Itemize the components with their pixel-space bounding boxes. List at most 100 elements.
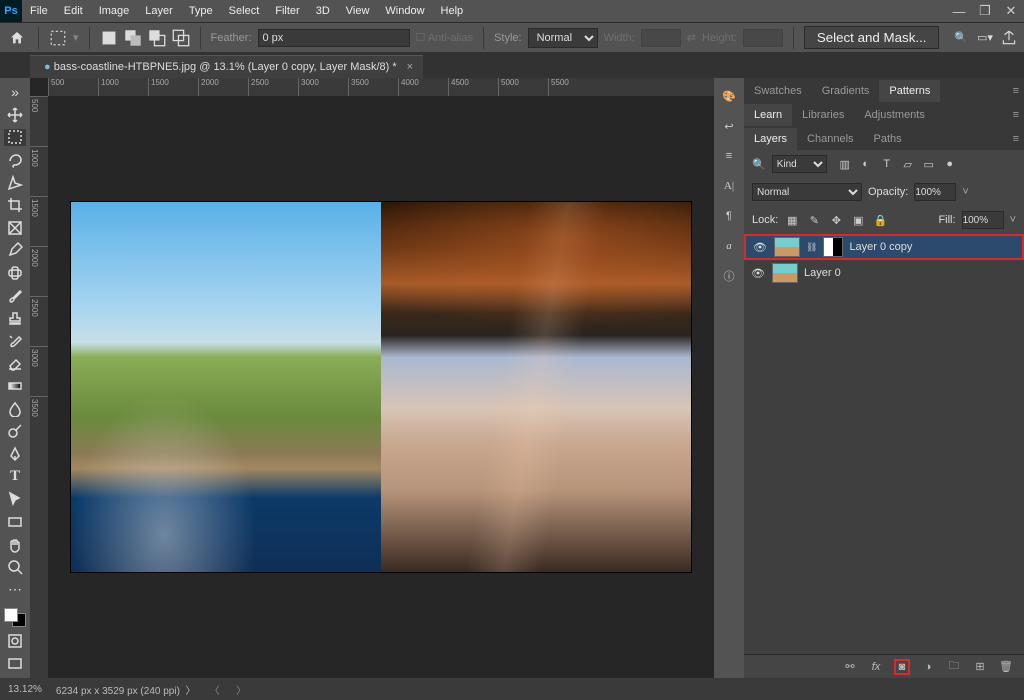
link-layers-icon[interactable]: ⚯ xyxy=(842,660,858,673)
lasso-tool-icon[interactable] xyxy=(4,152,26,169)
move-tool-icon[interactable] xyxy=(4,107,26,124)
menu-file[interactable]: File xyxy=(22,0,56,22)
filter-pixel. icon[interactable]: ▥ xyxy=(837,156,853,172)
history-panel-icon[interactable]: ↩ xyxy=(719,116,739,136)
lock-artboard-icon[interactable]: ▣ xyxy=(850,212,866,228)
quick-mask-icon[interactable] xyxy=(4,633,26,650)
layer-row[interactable]: 👁 Layer 0 xyxy=(744,260,1024,286)
stamp-tool-icon[interactable] xyxy=(4,310,26,327)
document-canvas[interactable] xyxy=(71,202,691,572)
healing-tool-icon[interactable] xyxy=(4,265,26,282)
doc-dimensions[interactable]: 6234 px x 3529 px (240 ppi) 〉 xyxy=(56,682,196,697)
tab-channels[interactable]: Channels xyxy=(797,128,863,150)
color-panel-icon[interactable]: 🎨 xyxy=(719,86,739,106)
history-brush-tool-icon[interactable] xyxy=(4,333,26,350)
selection-add-icon[interactable] xyxy=(124,29,142,47)
layer-mask-thumbnail[interactable] xyxy=(823,237,843,257)
fill-input[interactable] xyxy=(962,211,1004,229)
home-button[interactable] xyxy=(6,27,28,49)
hand-tool-icon[interactable] xyxy=(4,536,26,553)
search-icon[interactable]: 🔍 xyxy=(952,29,970,47)
lock-position-icon[interactable]: ✥ xyxy=(828,212,844,228)
layer-filter-kind[interactable]: Kind xyxy=(772,155,827,173)
color-swatches[interactable] xyxy=(4,608,26,626)
group-layers-icon[interactable]: 🗀 xyxy=(946,657,962,676)
visibility-toggle-icon[interactable]: 👁 xyxy=(750,267,766,280)
layer-thumbnail[interactable] xyxy=(772,263,798,283)
glyphs-panel-icon[interactable]: a xyxy=(719,236,739,256)
filter-smart-icon[interactable]: ▭ xyxy=(921,156,937,172)
tab-swatches[interactable]: Swatches xyxy=(744,80,812,102)
eyedropper-tool-icon[interactable] xyxy=(4,242,26,259)
brush-tool-icon[interactable] xyxy=(4,287,26,304)
window-restore-icon[interactable]: ❐ xyxy=(972,3,998,19)
layer-name[interactable]: Layer 0 copy xyxy=(849,241,912,253)
layer-style-icon[interactable]: fx xyxy=(868,661,884,673)
workspace-switcher-icon[interactable]: ▭▾ xyxy=(976,29,994,47)
marquee-tool-icon[interactable] xyxy=(4,129,26,146)
character-panel-icon[interactable]: A| xyxy=(719,176,739,196)
lock-all-icon[interactable]: 🔒 xyxy=(872,212,888,228)
window-minimize-icon[interactable]: — xyxy=(946,4,972,19)
selection-intersect-icon[interactable] xyxy=(172,29,190,47)
menu-edit[interactable]: Edit xyxy=(56,0,91,22)
pen-tool-icon[interactable] xyxy=(4,446,26,463)
menu-3d[interactable]: 3D xyxy=(308,0,338,22)
blur-tool-icon[interactable] xyxy=(4,400,26,417)
panel-menu-icon[interactable]: ≡ xyxy=(1008,128,1024,150)
layer-name[interactable]: Layer 0 xyxy=(804,267,841,279)
path-select-tool-icon[interactable] xyxy=(4,491,26,508)
properties-panel-icon[interactable]: ≡ xyxy=(719,146,739,166)
crop-tool-icon[interactable] xyxy=(4,197,26,214)
layer-thumbnail[interactable] xyxy=(774,237,800,257)
zoom-tool-icon[interactable] xyxy=(4,559,26,576)
tab-paths[interactable]: Paths xyxy=(864,128,912,150)
tab-gradients[interactable]: Gradients xyxy=(812,80,880,102)
tab-adjustments[interactable]: Adjustments xyxy=(854,104,935,126)
tab-libraries[interactable]: Libraries xyxy=(792,104,854,126)
menu-view[interactable]: View xyxy=(338,0,378,22)
menu-image[interactable]: Image xyxy=(91,0,138,22)
tool-expand-icon[interactable]: » xyxy=(4,84,26,101)
panel-menu-icon[interactable]: ≡ xyxy=(1008,80,1024,102)
selection-new-icon[interactable] xyxy=(100,29,118,47)
canvas-viewport[interactable] xyxy=(48,96,714,678)
lock-pixels-icon[interactable]: ✎ xyxy=(806,212,822,228)
blend-mode-select[interactable]: Normal xyxy=(752,183,862,201)
menu-filter[interactable]: Filter xyxy=(267,0,307,22)
opacity-input[interactable] xyxy=(914,183,956,201)
gradient-tool-icon[interactable] xyxy=(4,378,26,395)
panel-menu-icon[interactable]: ≡ xyxy=(1008,104,1024,126)
menu-window[interactable]: Window xyxy=(377,0,432,22)
quick-select-tool-icon[interactable] xyxy=(4,174,26,191)
share-icon[interactable] xyxy=(1000,29,1018,47)
delete-layer-icon[interactable]: 🗑 xyxy=(998,660,1014,673)
ruler-vertical[interactable]: 500100015002000250030003500 xyxy=(30,96,48,678)
paragraph-panel-icon[interactable]: ¶ xyxy=(719,206,739,226)
feather-input[interactable] xyxy=(258,29,410,47)
filter-adjust-icon[interactable]: ◐ xyxy=(858,156,874,172)
edit-toolbar-icon[interactable]: ⋯ xyxy=(4,581,26,598)
menu-type[interactable]: Type xyxy=(181,0,221,22)
type-tool-icon[interactable]: T xyxy=(4,468,26,485)
menu-select[interactable]: Select xyxy=(221,0,268,22)
rectangle-tool-icon[interactable] xyxy=(4,514,26,531)
document-tab[interactable]: ● bass-coastline-HTBPNE5.jpg @ 13.1% (La… xyxy=(30,55,423,78)
eraser-tool-icon[interactable] xyxy=(4,355,26,372)
zoom-level[interactable]: 13.12% xyxy=(8,684,42,695)
visibility-toggle-icon[interactable]: 👁 xyxy=(752,241,768,254)
window-close-icon[interactable]: ✕ xyxy=(998,3,1024,19)
lock-transparent-icon[interactable]: ▦ xyxy=(784,212,800,228)
new-layer-icon[interactable]: ⊞ xyxy=(972,660,988,673)
filter-toggle-icon[interactable]: ● xyxy=(942,156,958,172)
dodge-tool-icon[interactable] xyxy=(4,423,26,440)
tab-layers[interactable]: Layers xyxy=(744,128,797,150)
style-select[interactable]: Normal xyxy=(528,28,598,48)
ruler-horizontal[interactable]: 5001000150020002500300035004000450050005… xyxy=(48,78,714,96)
tab-patterns[interactable]: Patterns xyxy=(879,80,940,102)
mask-link-icon[interactable]: ⛓ xyxy=(806,242,817,253)
selection-subtract-icon[interactable] xyxy=(148,29,166,47)
menu-layer[interactable]: Layer xyxy=(137,0,181,22)
menu-help[interactable]: Help xyxy=(433,0,472,22)
filter-shape-icon[interactable]: ▱ xyxy=(900,156,916,172)
